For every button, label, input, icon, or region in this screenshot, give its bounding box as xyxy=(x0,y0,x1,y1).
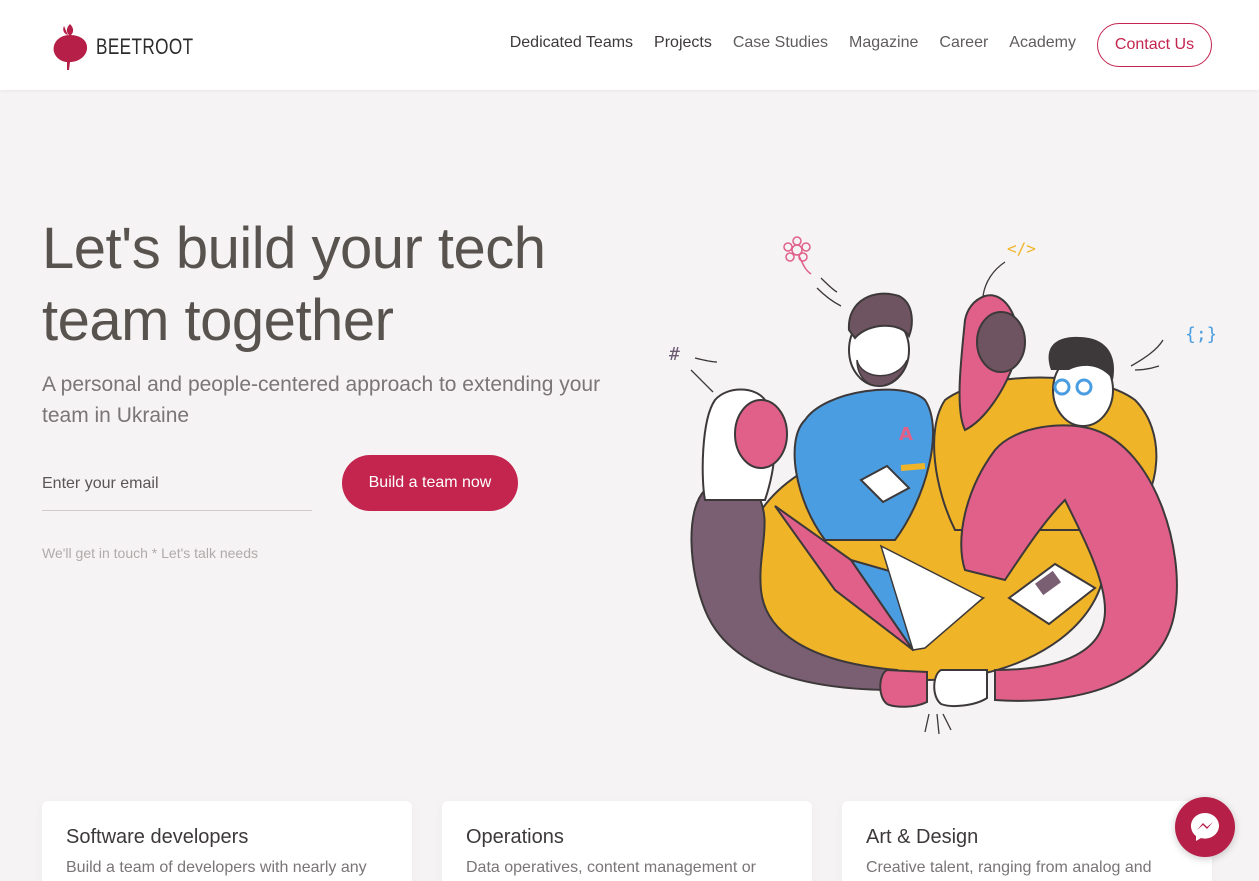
hero-subtitle: A personal and people-centered approach … xyxy=(42,373,601,427)
hero-title-line-2: team together xyxy=(42,288,394,353)
nav-item-magazine[interactable]: Magazine xyxy=(849,34,918,52)
braces-symbol: {;} xyxy=(1185,324,1215,345)
code-tag-symbol: </> xyxy=(1007,239,1036,258)
email-input[interactable] xyxy=(42,458,312,511)
messenger-chat-button[interactable] xyxy=(1175,797,1235,857)
card-title: Software developers xyxy=(66,826,249,848)
site-header: BEETROOT Dedicated Teams Projects Case S… xyxy=(0,0,1259,90)
brand-logo[interactable]: BEETROOT xyxy=(50,22,221,72)
build-team-button[interactable]: Build a team now xyxy=(342,455,518,511)
card-title: Operations xyxy=(466,826,564,848)
brand-name: BEETROOT xyxy=(96,34,194,59)
card-operations[interactable]: Operations Data operatives, content mana… xyxy=(442,801,812,881)
hero-title-line-1: Let's build your tech xyxy=(42,216,546,281)
main-nav: Dedicated Teams Projects Case Studies Ma… xyxy=(489,34,1076,52)
flower-doodle xyxy=(783,236,812,275)
hero-title: Let's build your tech team together xyxy=(42,213,602,357)
hero-hint: We'll get in touch * Let's talk needs xyxy=(42,545,258,561)
team-illustration: # </> {;} A xyxy=(669,236,1215,735)
card-text: Build a team of developers with nearly a… xyxy=(66,859,367,876)
contact-us-button[interactable]: Contact Us xyxy=(1097,23,1212,67)
nav-item-dedicated-teams[interactable]: Dedicated Teams xyxy=(510,34,633,52)
nav-item-career[interactable]: Career xyxy=(939,34,988,52)
card-art-design[interactable]: Art & Design Creative talent, ranging fr… xyxy=(842,801,1212,881)
card-title: Art & Design xyxy=(866,826,979,848)
nav-item-projects[interactable]: Projects xyxy=(654,34,712,52)
shirt-letter-a: A xyxy=(899,424,913,445)
card-software-developers[interactable]: Software developers Build a team of deve… xyxy=(42,801,412,881)
nav-item-case-studies[interactable]: Case Studies xyxy=(733,34,828,52)
card-text: Data operatives, content management or xyxy=(466,859,756,876)
messenger-icon xyxy=(1191,813,1219,841)
beetroot-icon xyxy=(53,24,88,70)
hash-symbol: # xyxy=(669,344,680,365)
nav-item-academy[interactable]: Academy xyxy=(1009,34,1076,52)
card-text: Creative talent, ranging from analog and xyxy=(866,859,1152,876)
